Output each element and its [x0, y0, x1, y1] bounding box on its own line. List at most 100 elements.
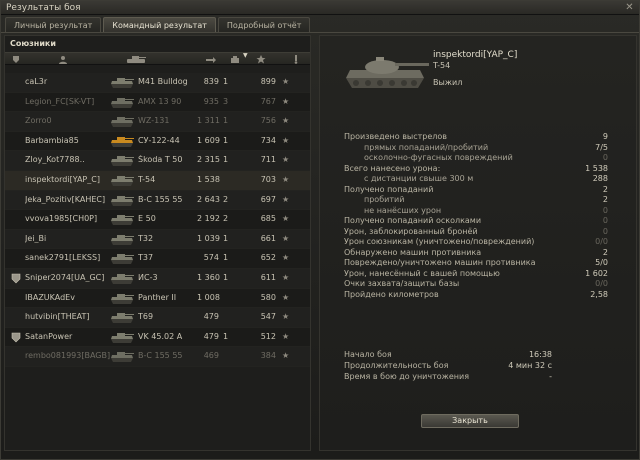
kills-icon[interactable] — [229, 55, 241, 64]
kills-value: 2 — [223, 194, 229, 204]
window-title: Результаты боя — [6, 3, 81, 13]
medal-icon[interactable] — [290, 55, 302, 64]
table-row[interactable]: sanek2791[LEKSS] T37 574 1 652 ★ — [5, 249, 310, 269]
table-row[interactable]: rembo081993[BAGB] B-C 155 55 469 384 ★ — [5, 347, 310, 367]
table-row[interactable]: Zloy_Kot7788.. Škoda T 50 2 315 1 711 ★ — [5, 151, 310, 171]
timing-label: Начало боя — [344, 350, 392, 359]
stat-value: 0 — [602, 153, 608, 162]
star-icon: ★ — [282, 194, 290, 204]
tank-name: T-54 — [138, 174, 156, 184]
tab-divider — [1, 32, 639, 33]
squad-icon[interactable] — [10, 55, 22, 64]
kills-value: 1 — [223, 272, 229, 282]
stat-label: Урон, нанесённый с вашей помощью — [344, 268, 500, 278]
stat-label: осколочно-фугасных повреждений — [364, 153, 513, 162]
selected-tank-name: T-54 — [433, 61, 451, 70]
tank-name: VK 45.02 A — [138, 331, 183, 341]
star-icon: ★ — [282, 77, 290, 86]
squad-badge-icon — [11, 332, 21, 343]
table-row[interactable]: Legion_FC[SK-VT] AMX 13 90 935 3 767 ★ — [5, 92, 310, 113]
xp-value: 384 — [260, 351, 276, 361]
stat-value: 2 — [602, 195, 608, 204]
stat-label: Урон союзникам (уничтожено/повреждений) — [344, 237, 535, 246]
timing-value: 16:38 — [528, 350, 552, 359]
stat-label: пробитий — [364, 195, 405, 204]
table-row[interactable]: Sniper2074[UA_GC] ИС-3 1 360 1 611 ★ — [5, 268, 310, 289]
tank-name: AMX 13 90 — [138, 96, 182, 106]
tab-personal-result[interactable]: Личный результат — [5, 17, 102, 32]
star-icon[interactable] — [255, 55, 267, 64]
xp-value: 512 — [260, 331, 276, 341]
stat-row: пробитий 2 — [320, 195, 620, 205]
player-name: Legion_FC[SK-VT] — [25, 96, 95, 106]
table-row[interactable]: Barbambia85 СУ-122-44 1 609 1 734 ★ — [5, 131, 310, 152]
table-row[interactable]: SatanPower VK 45.02 A 479 1 512 ★ — [5, 327, 310, 348]
damage-value: 2 192 — [197, 214, 220, 224]
stat-value: 0/0 — [595, 279, 608, 288]
kills-value: 1 — [223, 155, 229, 165]
tab-team-result[interactable]: Командный результат — [103, 17, 216, 32]
stat-label: Обнаружено машин противника — [344, 247, 482, 257]
close-icon[interactable]: ✕ — [624, 3, 635, 13]
table-row[interactable]: Jeka_Pozitiv[KAHEC] B-C 155 55 2 643 2 697 ★ — [5, 190, 310, 211]
sort-arrow-icon: ▼ — [243, 52, 248, 59]
player-icon[interactable] — [57, 55, 69, 64]
player-name: rembo081993[BAGB] — [25, 351, 110, 361]
damage-value: 1 360 — [197, 272, 220, 282]
player-name: Jei_Bi — [25, 233, 47, 243]
tank-thumbnail — [111, 293, 134, 304]
tank-icon[interactable] — [125, 55, 147, 64]
damage-value: 574 — [203, 253, 219, 263]
player-name: Barbambia85 — [25, 135, 79, 145]
close-button[interactable]: Закрыть — [421, 414, 519, 428]
allies-title: Союзники — [10, 39, 56, 48]
xp-value: 756 — [260, 116, 276, 126]
stat-row: Получено попаданий 2 — [320, 185, 620, 195]
stat-row: Урон союзникам (уничтожено/повреждений) 0… — [320, 237, 620, 247]
tank-name: E 50 — [138, 214, 156, 224]
column-header: ▼ — [5, 52, 310, 65]
survival-status: Выжил — [433, 78, 463, 87]
stat-value: 0 — [602, 226, 608, 236]
table-row[interactable]: IBAZUKAdEv Panther II 1 008 580 ★ — [5, 288, 310, 309]
kills-value: 2 — [223, 214, 229, 224]
stat-value: 9 — [602, 132, 608, 141]
table-row[interactable]: Zorro0 WZ-131 1 311 1 756 ★ — [5, 112, 310, 132]
damage-icon[interactable] — [205, 55, 217, 64]
timing-row: Начало боя 16:38 — [320, 350, 620, 360]
star-icon: ★ — [282, 233, 290, 243]
star-icon: ★ — [282, 253, 290, 263]
stat-label: с дистанции свыше 300 м — [364, 174, 474, 183]
star-icon: ★ — [282, 331, 290, 341]
stat-row: Обнаружено машин противника 2 — [320, 248, 620, 258]
player-name: Zorro0 — [25, 116, 52, 126]
stat-value: 2 — [602, 247, 608, 257]
tank-thumbnail — [111, 313, 134, 324]
timing-row: Время в бою до уничтожения - — [320, 372, 620, 382]
xp-value: 899 — [260, 77, 276, 86]
timing-row: Продолжительность боя 4 мин 32 с — [320, 361, 620, 371]
damage-value: 935 — [203, 96, 219, 106]
tank-name: ИС-3 — [138, 272, 158, 282]
tank-thumbnail — [111, 97, 134, 108]
stat-value: 7/5 — [595, 142, 608, 152]
damage-value: 469 — [203, 351, 219, 361]
star-icon: ★ — [282, 96, 290, 106]
damage-value: 1 311 — [197, 116, 220, 126]
tank-thumbnail — [111, 273, 134, 284]
table-row[interactable]: inspektordi[YAP_C] T-54 1 538 703 ★ — [5, 170, 310, 191]
stat-row: прямых попаданий/пробитий 7/5 — [320, 143, 620, 153]
star-icon: ★ — [282, 116, 290, 126]
stat-label: Всего нанесено урона: — [344, 163, 441, 173]
tank-name: T37 — [138, 253, 154, 263]
table-row[interactable]: Jei_Bi T32 1 039 1 661 ★ — [5, 229, 310, 250]
table-row[interactable]: hutvibin[THEAT] T69 479 547 ★ — [5, 308, 310, 328]
tank-name: M41 Bulldog — [138, 77, 188, 86]
table-row[interactable]: caL3r M41 Bulldog 839 1 899 ★ — [5, 73, 310, 93]
star-icon: ★ — [282, 174, 290, 184]
xp-value: 767 — [260, 96, 276, 106]
tank-thumbnail — [111, 254, 134, 265]
tab-detailed-report[interactable]: Подробный отчёт — [217, 17, 311, 32]
tab-bar: Личный результат Командный результат Под… — [5, 17, 312, 32]
table-row[interactable]: vvova1985[CH0P] E 50 2 192 2 685 ★ — [5, 210, 310, 230]
